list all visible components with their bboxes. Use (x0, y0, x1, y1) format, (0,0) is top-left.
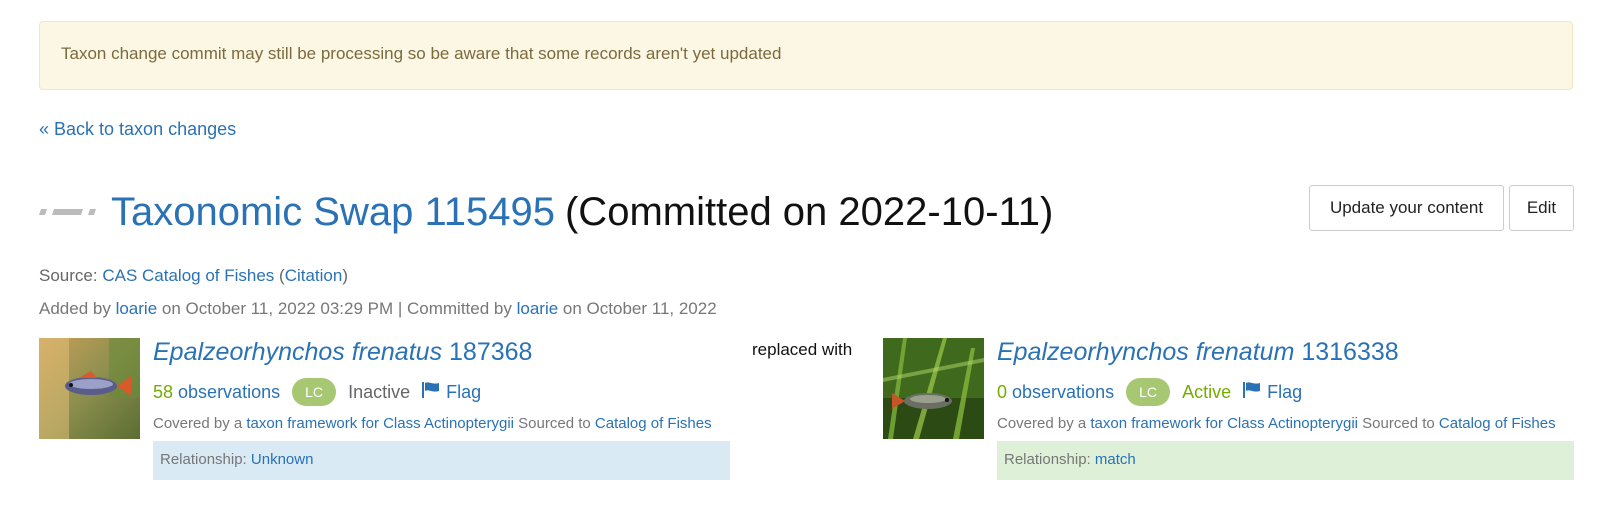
update-your-content-button[interactable]: Update your content (1309, 185, 1504, 231)
taxon-photo[interactable] (39, 338, 140, 439)
added-by-text: Added by (39, 299, 111, 318)
taxon-status: Active (1182, 381, 1232, 402)
taxon-info: Epalzeorhynchos frenatum 1316338 0 obser… (997, 338, 1574, 480)
relationship-link[interactable]: match (1095, 451, 1136, 468)
observation-count[interactable]: 0 (997, 382, 1007, 403)
taxon-id-link[interactable]: 1316338 (1301, 338, 1398, 366)
observations-link[interactable]: observations (178, 382, 280, 403)
taxon-swap-link[interactable]: Taxonomic Swap 115495 (111, 190, 555, 235)
conservation-status-badge: LC (1126, 378, 1171, 406)
taxon-framework-line: Covered by a taxon framework for Class A… (153, 415, 730, 437)
added-by-user-link[interactable]: loarie (116, 299, 158, 318)
swap-icon (39, 203, 101, 221)
taxon-name-line: Epalzeorhynchos frenatus 187368 (153, 338, 730, 372)
taxon-id-link[interactable]: 187368 (449, 338, 532, 366)
taxon-info: Epalzeorhynchos frenatus 187368 58 obser… (153, 338, 730, 480)
taxon-framework-line: Covered by a taxon framework for Class A… (997, 415, 1574, 437)
observation-count[interactable]: 58 (153, 382, 173, 403)
taxon-framework-link[interactable]: taxon framework for Class Actinopterygii (246, 415, 514, 432)
close-paren: ) (342, 266, 349, 285)
notice-text: Taxon change commit may still be process… (61, 44, 782, 63)
taxon-photo[interactable] (883, 338, 984, 439)
covered-prefix: Covered by a (153, 415, 243, 432)
relationship-label: Relationship: (1004, 451, 1091, 468)
added-committed-line: Added by loarie on October 11, 2022 03:2… (39, 299, 717, 319)
edit-button[interactable]: Edit (1509, 185, 1574, 231)
taxon-name-link[interactable]: Epalzeorhynchos frenatus (153, 338, 442, 366)
relationship-link[interactable]: Unknown (251, 451, 314, 468)
taxon-name-link[interactable]: Epalzeorhynchos frenatum (997, 338, 1294, 366)
sourced-to-text: Sourced to (1362, 415, 1435, 432)
source-link[interactable]: CAS Catalog of Fishes (102, 266, 274, 285)
citation-link[interactable]: Citation (285, 266, 343, 285)
source-prefix: Source: (39, 266, 98, 285)
relationship-box: Relationship: Unknown (153, 441, 730, 480)
flag-label: Flag (446, 381, 482, 402)
flag-link[interactable]: Flag (1243, 381, 1303, 403)
processing-notice: Taxon change commit may still be process… (39, 21, 1573, 90)
conservation-status-badge: LC (292, 378, 337, 406)
sourced-to-text: Sourced to (518, 415, 591, 432)
framework-source-link[interactable]: Catalog of Fishes (595, 415, 712, 432)
source-line: Source: CAS Catalog of Fishes (Citation) (39, 266, 348, 286)
page-title: Taxonomic Swap 115495 (Committed on 2022… (39, 185, 1053, 239)
added-date-text: on October 11, 2022 03:29 PM | Committed… (161, 299, 512, 318)
relationship-box: Relationship: match (997, 441, 1574, 480)
flag-link[interactable]: Flag (422, 381, 482, 403)
committed-by-user-link[interactable]: loarie (517, 299, 559, 318)
taxon-meta: 0 observations LC Active Flag (997, 378, 1574, 406)
relationship-label: Relationship: (160, 451, 247, 468)
back-to-taxon-changes-link[interactable]: « Back to taxon changes (39, 119, 236, 140)
covered-prefix: Covered by a (997, 415, 1087, 432)
flag-icon (1243, 381, 1267, 403)
taxon-name-line: Epalzeorhynchos frenatum 1316338 (997, 338, 1574, 372)
taxon-framework-link[interactable]: taxon framework for Class Actinopterygii (1090, 415, 1358, 432)
flag-label: Flag (1267, 381, 1303, 402)
framework-source-link[interactable]: Catalog of Fishes (1439, 415, 1556, 432)
taxon-status: Inactive (348, 381, 411, 402)
observations-link[interactable]: observations (1012, 382, 1114, 403)
committed-date-title: (Committed on 2022-10-11) (564, 189, 1054, 234)
replaced-with-label: replaced with (752, 340, 853, 359)
flag-icon (422, 381, 446, 403)
committed-date-text: on October 11, 2022 (562, 299, 717, 318)
taxon-meta: 58 observations LC Inactive Flag (153, 378, 730, 406)
